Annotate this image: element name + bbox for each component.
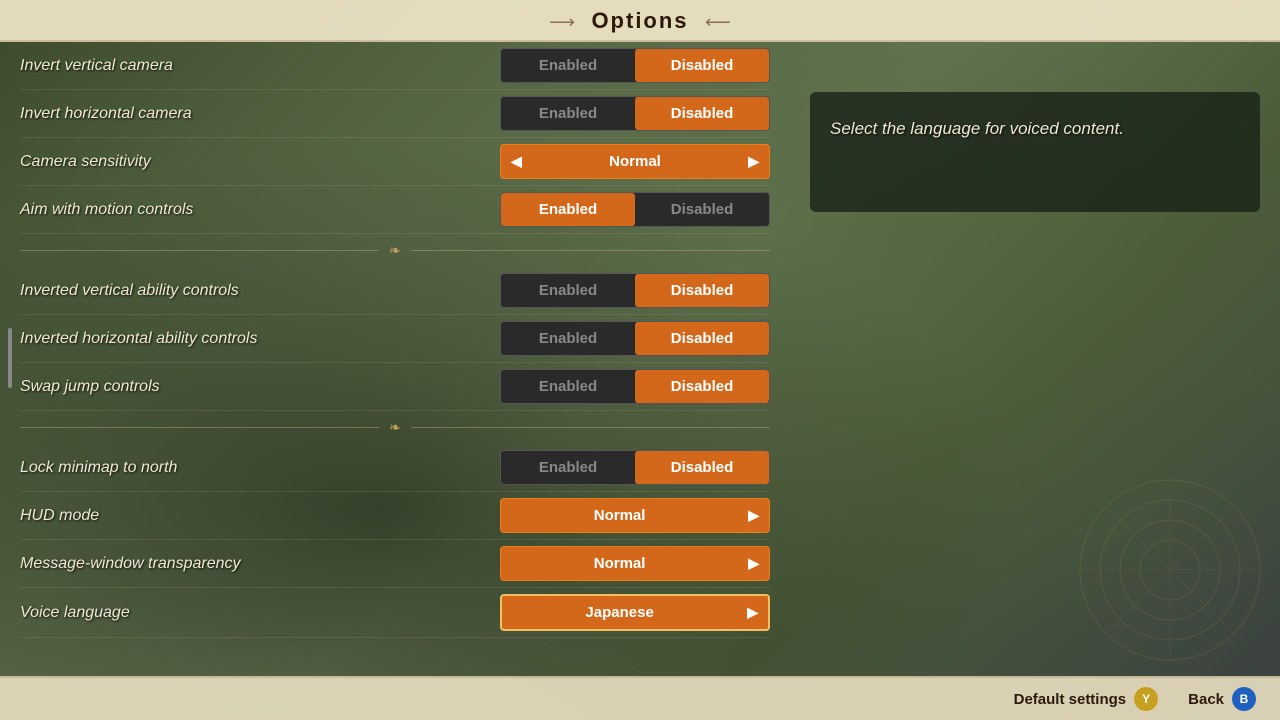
toggle-lock-minimap[interactable]: Enabled Disabled bbox=[500, 450, 770, 485]
settings-panel: Invert vertical camera Enabled Disabled … bbox=[0, 42, 790, 674]
back-label: Back bbox=[1188, 691, 1224, 708]
page-title: Options bbox=[591, 8, 688, 33]
setting-label-voice-language: Voice language bbox=[20, 604, 500, 622]
setting-row-invert-vertical: Invert vertical camera Enabled Disabled bbox=[20, 42, 770, 90]
setting-label-camera-sensitivity: Camera sensitivity bbox=[20, 153, 500, 171]
toggle-enabled-invert-vert-ability[interactable]: Enabled bbox=[501, 274, 635, 307]
setting-label-invert-horizontal: Invert horizontal camera bbox=[20, 105, 500, 123]
selector-hud-mode[interactable]: Normal ▶ bbox=[500, 498, 770, 533]
right-panel: Select the language for voiced content. bbox=[790, 42, 1280, 674]
back-button[interactable]: Back B bbox=[1188, 687, 1256, 711]
toggle-enabled-invert-horizontal[interactable]: Enabled bbox=[501, 97, 635, 130]
selector-message-transparency[interactable]: Normal ▶ bbox=[500, 546, 770, 581]
header-deco-right: ⟵ bbox=[705, 12, 731, 33]
setting-control-lock-minimap: Enabled Disabled bbox=[500, 450, 770, 485]
info-text: Select the language for voiced content. bbox=[830, 119, 1124, 138]
toggle-disabled-swap-jump[interactable]: Disabled bbox=[635, 370, 769, 403]
toggle-disabled-invert-vert-ability[interactable]: Disabled bbox=[635, 274, 769, 307]
toggle-enabled-swap-jump[interactable]: Enabled bbox=[501, 370, 635, 403]
default-settings-label: Default settings bbox=[1014, 691, 1127, 708]
divider-line-left-1 bbox=[20, 250, 379, 251]
header-deco-left: ⟶ bbox=[549, 12, 575, 33]
toggle-invert-vertical[interactable]: Enabled Disabled bbox=[500, 48, 770, 83]
setting-label-swap-jump: Swap jump controls bbox=[20, 378, 500, 396]
setting-label-hud-mode: HUD mode bbox=[20, 507, 500, 525]
setting-row-invert-vert-ability: Inverted vertical ability controls Enabl… bbox=[20, 267, 770, 315]
toggle-invert-horiz-ability[interactable]: Enabled Disabled bbox=[500, 321, 770, 356]
setting-row-aim-motion: Aim with motion controls Enabled Disable… bbox=[20, 186, 770, 234]
divider-ornament-2: ❧ bbox=[389, 419, 401, 436]
circle-decoration bbox=[1070, 470, 1270, 670]
selector-value-hud: Normal bbox=[501, 499, 738, 532]
bottom-bar: Default settings Y Back B bbox=[0, 676, 1280, 720]
back-icon: B bbox=[1232, 687, 1256, 711]
info-box: Select the language for voiced content. bbox=[810, 92, 1260, 212]
selector-right-arrow-hud[interactable]: ▶ bbox=[738, 499, 769, 532]
selector-left-arrow-camera[interactable]: ◀ bbox=[501, 145, 532, 178]
selector-value-voice: Japanese bbox=[502, 596, 737, 629]
toggle-disabled-aim-motion[interactable]: Disabled bbox=[635, 193, 769, 226]
setting-label-invert-vertical: Invert vertical camera bbox=[20, 57, 500, 75]
toggle-swap-jump[interactable]: Enabled Disabled bbox=[500, 369, 770, 404]
setting-label-aim-motion: Aim with motion controls bbox=[20, 201, 500, 219]
default-settings-button[interactable]: Default settings Y bbox=[1014, 687, 1159, 711]
setting-control-camera-sensitivity: ◀ Normal ▶ bbox=[500, 144, 770, 179]
setting-control-invert-horiz-ability: Enabled Disabled bbox=[500, 321, 770, 356]
setting-row-lock-minimap: Lock minimap to north Enabled Disabled bbox=[20, 444, 770, 492]
setting-control-invert-horizontal: Enabled Disabled bbox=[500, 96, 770, 131]
setting-row-hud-mode: HUD mode Normal ▶ bbox=[20, 492, 770, 540]
setting-control-message-transparency: Normal ▶ bbox=[500, 546, 770, 581]
setting-row-invert-horizontal: Invert horizontal camera Enabled Disable… bbox=[20, 90, 770, 138]
header: ⟶ Options ⟵ bbox=[0, 0, 1280, 42]
setting-row-camera-sensitivity: Camera sensitivity ◀ Normal ▶ bbox=[20, 138, 770, 186]
setting-control-voice-language: Japanese ▶ bbox=[500, 594, 770, 631]
selector-right-arrow-message[interactable]: ▶ bbox=[738, 547, 769, 580]
selector-right-arrow-voice[interactable]: ▶ bbox=[737, 596, 768, 629]
setting-control-swap-jump: Enabled Disabled bbox=[500, 369, 770, 404]
toggle-invert-horizontal[interactable]: Enabled Disabled bbox=[500, 96, 770, 131]
selector-camera-sensitivity[interactable]: ◀ Normal ▶ bbox=[500, 144, 770, 179]
toggle-aim-motion[interactable]: Enabled Disabled bbox=[500, 192, 770, 227]
toggle-disabled-invert-horiz-ability[interactable]: Disabled bbox=[635, 322, 769, 355]
toggle-disabled-invert-vertical[interactable]: Disabled bbox=[635, 49, 769, 82]
scroll-indicator bbox=[8, 328, 12, 388]
setting-control-invert-vert-ability: Enabled Disabled bbox=[500, 273, 770, 308]
toggle-enabled-aim-motion[interactable]: Enabled bbox=[501, 193, 635, 226]
toggle-disabled-invert-horizontal[interactable]: Disabled bbox=[635, 97, 769, 130]
setting-control-hud-mode: Normal ▶ bbox=[500, 498, 770, 533]
divider-ornament-1: ❧ bbox=[389, 242, 401, 259]
divider-1: ❧ bbox=[20, 234, 770, 267]
setting-control-invert-vertical: Enabled Disabled bbox=[500, 48, 770, 83]
divider-line-right-1 bbox=[411, 250, 770, 251]
selector-value-message: Normal bbox=[501, 547, 738, 580]
selector-right-arrow-camera[interactable]: ▶ bbox=[738, 145, 769, 178]
toggle-invert-vert-ability[interactable]: Enabled Disabled bbox=[500, 273, 770, 308]
divider-line-right-2 bbox=[411, 427, 770, 428]
toggle-enabled-invert-horiz-ability[interactable]: Enabled bbox=[501, 322, 635, 355]
setting-control-aim-motion: Enabled Disabled bbox=[500, 192, 770, 227]
setting-label-invert-vert-ability: Inverted vertical ability controls bbox=[20, 282, 500, 300]
default-settings-icon: Y bbox=[1134, 687, 1158, 711]
setting-row-message-transparency: Message-window transparency Normal ▶ bbox=[20, 540, 770, 588]
selector-voice-language[interactable]: Japanese ▶ bbox=[500, 594, 770, 631]
toggle-disabled-lock-minimap[interactable]: Disabled bbox=[635, 451, 769, 484]
selector-value-camera: Normal bbox=[532, 145, 738, 178]
setting-row-invert-horiz-ability: Inverted horizontal ability controls Ena… bbox=[20, 315, 770, 363]
setting-row-swap-jump: Swap jump controls Enabled Disabled bbox=[20, 363, 770, 411]
main-area: Invert vertical camera Enabled Disabled … bbox=[0, 42, 1280, 674]
setting-label-message-transparency: Message-window transparency bbox=[20, 555, 500, 573]
divider-line-left-2 bbox=[20, 427, 379, 428]
setting-row-voice-language: Voice language Japanese ▶ bbox=[20, 588, 770, 638]
setting-label-lock-minimap: Lock minimap to north bbox=[20, 459, 500, 477]
setting-label-invert-horiz-ability: Inverted horizontal ability controls bbox=[20, 330, 500, 348]
divider-2: ❧ bbox=[20, 411, 770, 444]
toggle-enabled-invert-vertical[interactable]: Enabled bbox=[501, 49, 635, 82]
toggle-enabled-lock-minimap[interactable]: Enabled bbox=[501, 451, 635, 484]
